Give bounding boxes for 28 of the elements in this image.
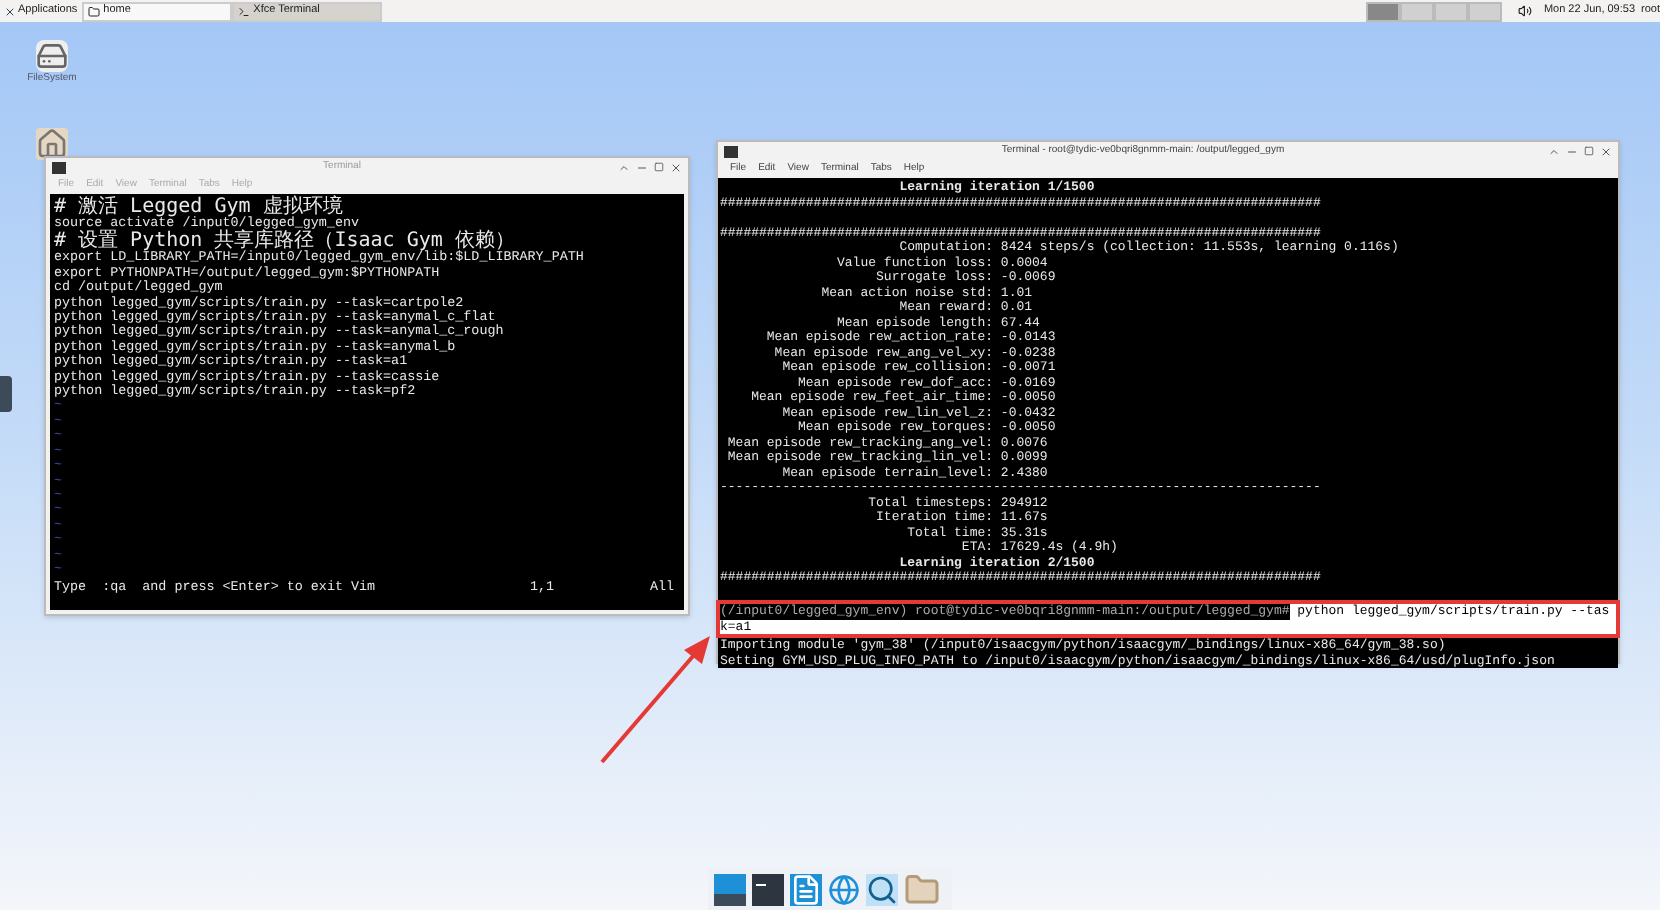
panel-handle[interactable] [0, 376, 12, 412]
terminal-app-icon [724, 145, 738, 157]
maximize-icon[interactable] [1584, 146, 1594, 156]
minimize-icon[interactable] [636, 161, 648, 173]
home-folder-icon[interactable] [36, 128, 68, 160]
workspace-switcher[interactable] [1467, 1, 1502, 21]
terminal-icon [237, 5, 250, 17]
volume-icon[interactable] [1517, 4, 1532, 18]
drive-icon[interactable] [36, 40, 68, 72]
maximize-up-icon[interactable] [1548, 145, 1560, 157]
search-icon[interactable] [866, 873, 898, 905]
close-icon[interactable] [670, 161, 682, 173]
annotation-arrow [596, 632, 716, 768]
terminal-icon[interactable] [752, 873, 784, 905]
minimize-icon[interactable] [1566, 145, 1578, 157]
maximize-icon[interactable] [654, 162, 664, 172]
close-icon[interactable] [1600, 145, 1612, 157]
xfce-logo-icon [4, 5, 16, 17]
maximize-up-icon[interactable] [618, 161, 630, 173]
globe-icon[interactable] [828, 873, 860, 905]
terminal-app-icon [52, 161, 66, 173]
code-comment: # 激活 Legged Gym 虚拟环境 [54, 198, 343, 218]
show-desktop-icon[interactable] [714, 873, 746, 905]
folder-icon [87, 5, 100, 17]
workspace-switcher[interactable] [1399, 1, 1434, 21]
workspace-switcher[interactable] [1433, 1, 1468, 21]
code-comment: # 设置 Python 共享库路径（Isaac Gym 依赖） [54, 232, 515, 253]
workspace-switcher[interactable] [1365, 1, 1400, 21]
